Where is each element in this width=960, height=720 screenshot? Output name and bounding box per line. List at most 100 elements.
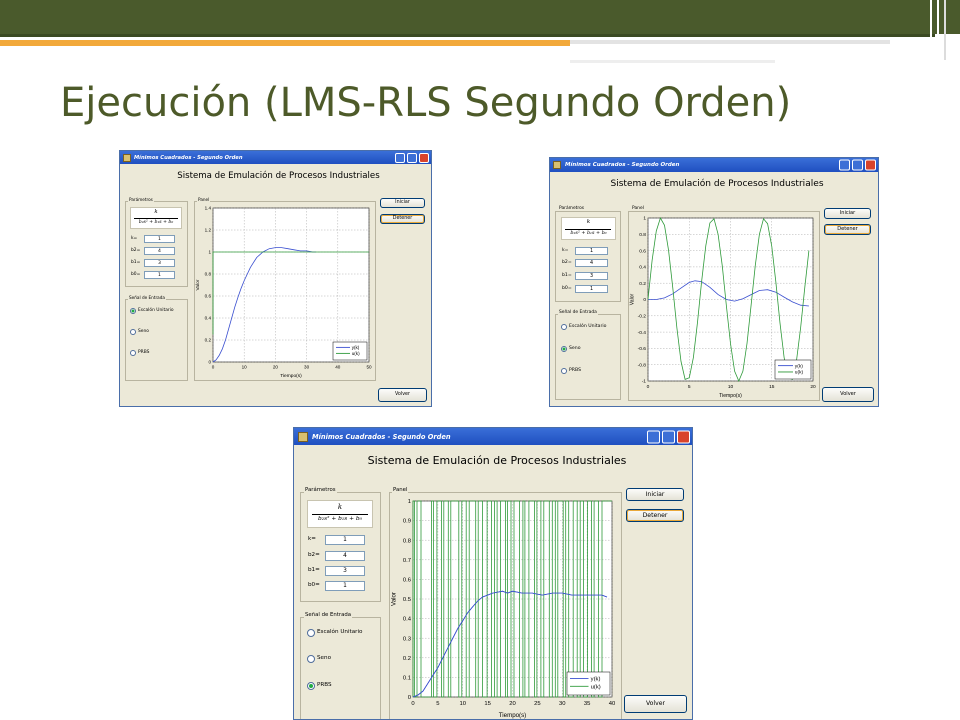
radio-seno[interactable] <box>307 655 315 663</box>
radio-label-1: Seno <box>138 329 149 334</box>
legend-label: y(k) <box>795 363 803 369</box>
param-label-3: b0= <box>562 286 572 291</box>
y-tick-label: 0.4 <box>403 617 412 623</box>
param-label-3: b0= <box>131 272 141 277</box>
formula-numerator: k <box>154 209 158 215</box>
y-tick-label: -0.4 <box>638 330 647 336</box>
y-tick-label: 0.8 <box>639 232 646 238</box>
x-tick-label: 30 <box>559 701 566 707</box>
radio-selected-dot <box>562 347 566 351</box>
x-tick-label: 0 <box>411 701 415 707</box>
matlab-app-icon <box>298 431 308 442</box>
close-button[interactable] <box>865 159 876 171</box>
start-button[interactable]: Iniciar <box>380 198 425 208</box>
radio-escalón-unitario[interactable] <box>307 629 315 637</box>
legend-label: y(k) <box>591 677 601 683</box>
radio-prbs[interactable] <box>130 350 136 356</box>
y-tick-label: 0.3 <box>403 636 411 642</box>
param-input-b1[interactable]: 3 <box>575 272 608 280</box>
param-label-0: k= <box>131 236 138 241</box>
param-label-1: b2= <box>131 248 141 253</box>
formula-denominator: b₂s² + b₁s + b₀ <box>318 516 362 522</box>
x-tick-label: 5 <box>688 384 691 390</box>
param-input-k[interactable]: 1 <box>325 535 365 545</box>
maximize-button[interactable] <box>662 430 675 443</box>
matlab-app-icon <box>553 161 561 169</box>
back-button[interactable]: Volver <box>378 388 427 402</box>
y-tick-label: 0 <box>643 297 646 303</box>
y-tick-label: 0.6 <box>403 577 411 583</box>
chart-container: 0 5 10 15 20 25 30 35 40 0 0.1 0.2 0.3 0.4 0.5 0.6 0.7 0.… <box>390 493 620 719</box>
param-input-b0[interactable]: 1 <box>144 271 175 279</box>
x-tick-label: 10 <box>728 384 734 390</box>
start-button[interactable]: Iniciar <box>626 488 684 501</box>
decor-vert-lines-2 <box>937 0 939 60</box>
maximize-button[interactable] <box>852 159 863 171</box>
param-input-b2[interactable]: 4 <box>575 259 608 267</box>
radio-selected-dot <box>309 684 313 688</box>
param-input-b0[interactable]: 1 <box>325 581 365 591</box>
param-input-k[interactable]: 1 <box>144 235 175 243</box>
y-tick-label: 0.8 <box>205 272 212 277</box>
minimize-button[interactable] <box>647 430 660 443</box>
radio-prbs[interactable] <box>561 368 567 374</box>
x-tick-label: 40 <box>609 701 616 707</box>
back-button[interactable]: Volver <box>822 387 874 402</box>
formula-numerator: k <box>337 502 343 511</box>
y-tick-label: 0.2 <box>205 338 212 343</box>
stop-button[interactable]: Detener <box>380 214 425 224</box>
radio-escalón-unitario[interactable] <box>561 324 567 330</box>
matlab-window: Mínimos Cuadrados - Segundo Orden Sistema… <box>549 157 879 407</box>
y-tick-label: 0.2 <box>403 656 411 662</box>
y-tick-label: 0.6 <box>639 248 646 254</box>
parameters-group-label: Parámetros <box>128 197 154 202</box>
radio-label-2: PRBS <box>569 368 582 373</box>
param-label-2: b1= <box>562 273 572 278</box>
window-title: Mínimos Cuadrados - Segundo Orden <box>565 162 680 168</box>
slide-top-bar <box>0 0 960 34</box>
maximize-button[interactable] <box>407 152 417 163</box>
param-input-b2[interactable]: 4 <box>325 551 365 561</box>
matlab-window: Mínimos Cuadrados - Segundo Orden Sistema… <box>119 150 432 407</box>
y-tick-label: -0.8 <box>638 362 647 368</box>
legend-label: u(k) <box>795 370 804 376</box>
minimize-button[interactable] <box>839 159 850 171</box>
param-input-b1[interactable]: 3 <box>144 259 175 267</box>
y-tick-label: 1.4 <box>205 206 212 211</box>
close-button[interactable] <box>677 430 690 443</box>
radio-escalón-unitario[interactable] <box>130 308 136 314</box>
legend-label: u(k) <box>352 351 360 356</box>
line-chart: 0 10 20 30 40 50 0 0.2 0.4 0.6 0.8 1 1.2 1.4 Tiempo(s)… <box>195 206 372 379</box>
x-tick-label: 50 <box>366 365 372 370</box>
param-input-b0[interactable]: 1 <box>575 285 608 293</box>
start-button[interactable]: Iniciar <box>824 208 871 219</box>
back-button[interactable]: Volver <box>624 695 687 713</box>
decor-vert-lines-3 <box>944 0 946 60</box>
plot-panel-label: Panel <box>631 206 645 211</box>
stop-button[interactable]: Detener <box>626 509 684 522</box>
radio-label-0: Escalón Unitario <box>138 308 174 313</box>
param-input-b1[interactable]: 3 <box>325 566 365 576</box>
y-tick-label: 0.9 <box>403 519 411 525</box>
param-input-k[interactable]: 1 <box>575 247 608 255</box>
decor-line-gray <box>570 40 890 44</box>
x-tick-label: 0 <box>647 384 650 390</box>
x-tick-label: 15 <box>769 384 775 390</box>
radio-seno[interactable] <box>561 346 567 352</box>
param-label-1: b2= <box>308 552 320 558</box>
close-button[interactable] <box>419 152 429 163</box>
x-tick-label: 10 <box>242 365 248 370</box>
y-tick-label: -0.2 <box>638 313 647 319</box>
x-tick-label: 20 <box>509 701 516 707</box>
param-input-b2[interactable]: 4 <box>144 247 175 255</box>
stop-button[interactable]: Detener <box>824 224 871 235</box>
formula-fraction-bar <box>565 229 611 230</box>
window-title-bar: Mínimos Cuadrados - Segundo Orden <box>550 158 878 172</box>
radio-prbs[interactable] <box>307 682 315 690</box>
x-tick-label: 35 <box>584 701 591 707</box>
minimize-button[interactable] <box>395 152 405 163</box>
radio-seno[interactable] <box>130 329 136 335</box>
chart-legend <box>774 359 812 380</box>
matlab-app-icon <box>123 153 131 162</box>
x-tick-label: 0 <box>212 365 215 370</box>
